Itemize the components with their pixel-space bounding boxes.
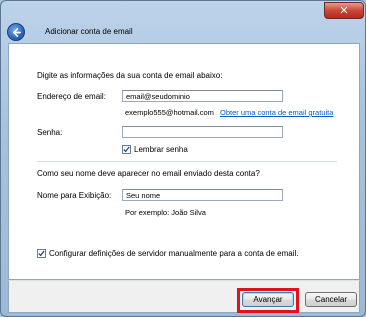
display-name-example: Por exemplo: João Silva xyxy=(125,208,206,217)
remember-password-checkbox[interactable] xyxy=(122,145,131,154)
back-button[interactable] xyxy=(7,23,25,41)
section-divider xyxy=(37,161,337,162)
close-button[interactable]: ✕ xyxy=(324,2,364,19)
email-label: Endereço de email: xyxy=(37,92,106,101)
content-panel: Digite as informações da sua conta de em… xyxy=(8,43,360,280)
intro-text: Digite as informações da sua conta de em… xyxy=(37,71,223,80)
display-name-input[interactable] xyxy=(122,189,283,201)
email-input[interactable] xyxy=(122,90,283,102)
name-question: Como seu nome deve aparecer no email env… xyxy=(37,169,260,178)
remember-password-label: Lembrar senha xyxy=(134,145,188,154)
checkmark-icon xyxy=(38,250,45,257)
manual-config-checkbox[interactable] xyxy=(37,249,46,258)
highlight-box xyxy=(237,288,299,313)
checkmark-icon xyxy=(123,146,130,153)
free-account-link[interactable]: Obter uma conta de email gratuita xyxy=(220,108,333,117)
display-name-label: Nome para Exibição: xyxy=(37,191,112,200)
dialog-title: Adicionar conta de email xyxy=(45,27,133,36)
manual-config-label: Configurar definições de servidor manual… xyxy=(49,249,299,258)
dialog-window: ✕ Adicionar conta de email Digite as inf… xyxy=(0,0,366,317)
cancel-button[interactable]: Cancelar xyxy=(305,292,357,307)
back-arrow-icon xyxy=(12,27,21,37)
password-input[interactable] xyxy=(122,126,283,138)
email-example: exemplo555@hotmail.com xyxy=(125,108,214,117)
password-label: Senha: xyxy=(37,128,63,137)
title-bar: ✕ Adicionar conta de email xyxy=(1,1,365,43)
close-icon: ✕ xyxy=(339,5,349,17)
